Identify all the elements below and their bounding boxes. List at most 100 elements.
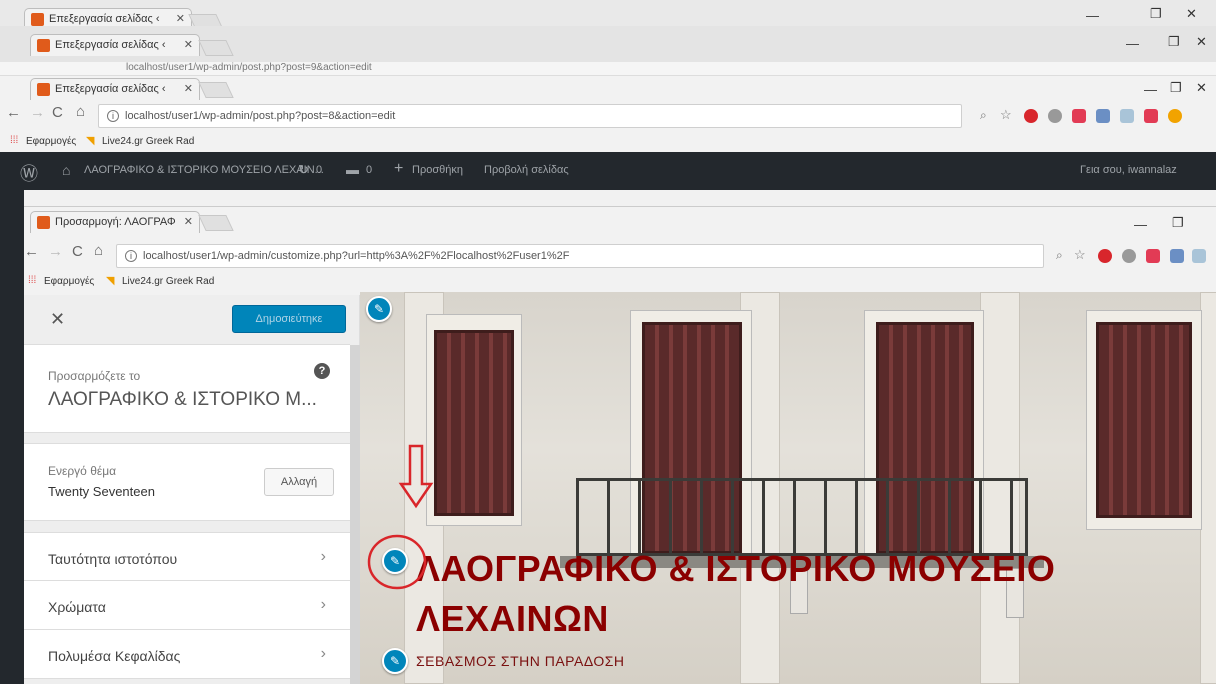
zoom-icon[interactable]: ⌕ [980, 108, 987, 123]
address-bar[interactable]: i localhost/user1/wp-admin/post.php?post… [98, 104, 962, 128]
back-icon[interactable]: ← [6, 104, 21, 121]
tab-edit-page[interactable]: Επεξεργασία σελίδας ‹ ✕ [30, 78, 200, 100]
preview-site-title-line2[interactable]: ΛΕΧΑΙΝΩΝ [416, 596, 609, 642]
circle-annotation [367, 534, 427, 590]
preview-site-title-line1[interactable]: ΛΑΟΓΡΑΦΙΚΟ & ΙΣΤΟΡΙΚΟ ΜΟΥΣΕΙΟ [416, 546, 1055, 592]
wp-favicon-icon [37, 216, 50, 229]
customizer-sidebar: ✕ Δημοσιεύτηκε Προσαρμόζετε το ? ΛΑΟΓΡΑΦ… [24, 295, 360, 684]
extension-pocket-icon[interactable] [1072, 109, 1086, 123]
restore-icon[interactable]: ❐ [1168, 34, 1180, 50]
change-theme-button[interactable]: Αλλαγή [264, 468, 334, 496]
extension-pocket-icon[interactable] [1146, 249, 1160, 263]
window-shutter [434, 330, 514, 516]
browser-window-back-1: Επεξεργασία σελίδας ‹ ✕ — ❐ ✕ [0, 26, 1216, 62]
theme-name: Twenty Seventeen [48, 484, 155, 499]
extension-blue-icon[interactable] [1170, 249, 1184, 263]
forward-icon[interactable]: → [48, 243, 63, 260]
chevron-right-icon: › [320, 548, 326, 565]
reload-icon[interactable]: C [72, 243, 83, 260]
apps-icon[interactable]: ⁞⁞⁞ [10, 135, 18, 146]
minimize-icon[interactable]: — [1134, 217, 1147, 232]
new-tab-button[interactable] [198, 215, 234, 231]
apps-icon[interactable]: ⁞⁞⁞ [28, 275, 36, 286]
forward-icon[interactable]: → [30, 104, 45, 121]
arrow-shape [398, 444, 434, 509]
preview-tagline[interactable]: ΣΕΒΑΣΜΟΣ ΣΤΗΝ ΠΑΡΑΔΟΣΗ [416, 653, 625, 669]
restore-icon[interactable]: ❐ [1170, 80, 1182, 96]
zoom-icon[interactable]: ⌕ [1056, 248, 1063, 263]
extension-grid-icon[interactable] [1120, 109, 1134, 123]
bookmark-star-icon[interactable]: ☆ [1000, 107, 1012, 123]
wordpress-logo-icon[interactable]: Ⓦ [20, 160, 38, 186]
extension-pocket2-icon[interactable] [1144, 109, 1158, 123]
edit-shortcut-header-pencil-icon[interactable]: ✎ [366, 296, 392, 322]
help-icon[interactable]: ? [314, 363, 330, 379]
menu-site-identity[interactable]: Ταυτότητα ιστοτόπου › [24, 532, 350, 581]
updates-count: 0 [316, 164, 323, 176]
close-window-icon[interactable]: ✕ [1196, 80, 1207, 96]
tab-close-icon[interactable]: ✕ [184, 215, 193, 228]
admin-page-sliver [24, 190, 1216, 206]
minimize-icon[interactable]: — [1126, 36, 1139, 51]
home-icon[interactable]: ⌂ [94, 242, 103, 259]
minimize-icon[interactable]: — [1144, 82, 1157, 97]
browser-window-customize: Προσαρμογή: ΛΑΟΓΡΑΦ ✕ — ❐ ← → C ⌂ i loca… [24, 206, 1216, 295]
reload-icon[interactable]: C [52, 104, 63, 121]
new-tab-button[interactable] [198, 82, 234, 98]
customizer-header: ✕ Δημοσιεύτηκε [24, 295, 350, 345]
extension-red-icon[interactable] [1024, 109, 1038, 123]
new-tab-button[interactable] [198, 40, 234, 56]
extension-gray-icon[interactable] [1122, 249, 1136, 263]
extension-red-icon[interactable] [1098, 249, 1112, 263]
home-icon: ⌂ [62, 162, 71, 178]
bookmark-apps[interactable]: Εφαρμογές [26, 136, 76, 147]
back-icon[interactable]: ← [24, 243, 39, 260]
admin-bar-greeting[interactable]: Γεια σου, iwannalaz [1080, 164, 1177, 176]
address-bar[interactable]: i localhost/user1/wp-admin/customize.php… [116, 244, 1044, 268]
menu-item-label: Πολυμέσα Κεφαλίδας [48, 648, 181, 664]
publish-button[interactable]: Δημοσιεύτηκε [232, 305, 346, 333]
close-icon[interactable]: ✕ [50, 309, 65, 330]
minimize-icon[interactable]: — [1086, 8, 1099, 23]
updates-icon[interactable]: ↻ [298, 162, 309, 178]
home-icon[interactable]: ⌂ [76, 103, 85, 120]
extension-grid-icon[interactable] [1192, 249, 1206, 263]
extension-gray-icon[interactable] [1048, 109, 1062, 123]
menu-item-label: Ταυτότητα ιστοτόπου [48, 551, 178, 567]
circle-shape [367, 534, 427, 590]
live24-icon: ◥ [106, 275, 115, 287]
close-window-icon[interactable]: ✕ [1186, 6, 1197, 22]
comments-icon[interactable]: ▬ [346, 162, 359, 177]
tab-close-icon[interactable]: ✕ [184, 82, 193, 95]
bookmark-live24[interactable]: Live24.gr Greek Rad [102, 136, 194, 147]
tab-close-icon[interactable]: ✕ [184, 38, 193, 51]
active-theme-panel: Ενεργό θέμα Twenty Seventeen Αλλαγή [24, 443, 350, 521]
tab-edit-page[interactable]: Επεξεργασία σελίδας ‹ ✕ [30, 34, 200, 56]
admin-bar-new[interactable]: Προσθήκη [412, 164, 463, 176]
tab-customize[interactable]: Προσαρμογή: ΛΑΟΓΡΑΦ ✕ [30, 211, 200, 233]
wp-admin-bar: Ⓦ ⌂ ΛΑΟΓΡΑΦΙΚΟ & ΙΣΤΟΡΙΚΟ ΜΟΥΣΕΙΟ ΛΕΧΑΙΝ… [0, 152, 1216, 190]
admin-bar-view-page[interactable]: Προβολή σελίδας [484, 164, 569, 176]
extension-yellow-icon[interactable] [1168, 109, 1182, 123]
chevron-right-icon: › [320, 596, 326, 613]
live24-icon: ◥ [86, 135, 95, 147]
menu-colors[interactable]: Χρώματα › [24, 581, 350, 630]
close-window-icon[interactable]: ✕ [1196, 34, 1207, 50]
info-icon: i [107, 110, 119, 122]
bookmark-star-icon[interactable]: ☆ [1074, 247, 1086, 263]
restore-icon[interactable]: ❐ [1172, 215, 1184, 231]
edit-shortcut-tagline-pencil-icon[interactable]: ✎ [382, 648, 408, 674]
sidebar-scrollbar[interactable] [350, 345, 360, 684]
address-text: localhost/user1/wp-admin/post.php?post=8… [125, 110, 396, 122]
bookmark-apps[interactable]: Εφαρμογές [44, 276, 94, 287]
tab-title: Επεξεργασία σελίδας ‹ [55, 39, 166, 51]
menu-item-label: Χρώματα [48, 599, 106, 615]
tab-close-icon[interactable]: ✕ [176, 12, 185, 25]
toolbar-back-2: localhost/user1/wp-admin/post.php?post=9… [0, 62, 1216, 76]
restore-icon[interactable]: ❐ [1150, 6, 1162, 22]
bookmark-live24[interactable]: Live24.gr Greek Rad [122, 276, 214, 287]
tab-title: Προσαρμογή: ΛΑΟΓΡΑΦ [55, 216, 176, 228]
extension-blue-icon[interactable] [1096, 109, 1110, 123]
admin-bar-site-name[interactable]: ΛΑΟΓΡΑΦΙΚΟ & ΙΣΤΟΡΙΚΟ ΜΟΥΣΕΙΟ ΛΕΧΑΙΝ... [84, 164, 324, 176]
menu-header-media[interactable]: Πολυμέσα Κεφαλίδας › [24, 630, 350, 679]
